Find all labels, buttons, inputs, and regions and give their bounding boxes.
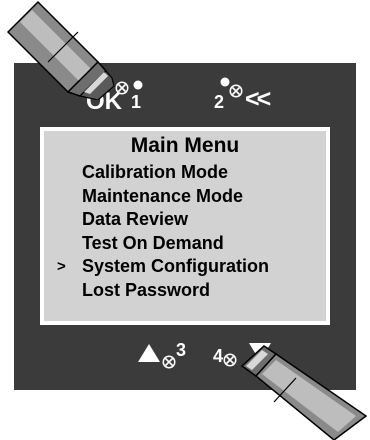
back-key-label[interactable]: << (245, 85, 271, 114)
menu-item-label: Calibration Mode (82, 162, 229, 182)
selection-cursor: > (57, 258, 66, 276)
screen-title: Main Menu (130, 134, 240, 157)
key-number-3: 3 (176, 340, 187, 360)
menu-item-label: Data Review (82, 209, 189, 230)
menu-item-label: Test On Demand (82, 232, 224, 253)
menu-item-label: System Configuration (82, 256, 270, 277)
magnet-wand-icon (240, 345, 368, 440)
menu-item-label: Maintenance Mode (82, 185, 244, 206)
triangle-up-icon[interactable] (137, 343, 161, 363)
menu-item-label: Lost Password (82, 279, 211, 300)
lcd-screen: Main Menu Calibration Mode Maintenance M… (40, 127, 330, 325)
magnet-wand-icon (6, 0, 115, 100)
magnet-target-icon[interactable] (161, 354, 177, 370)
